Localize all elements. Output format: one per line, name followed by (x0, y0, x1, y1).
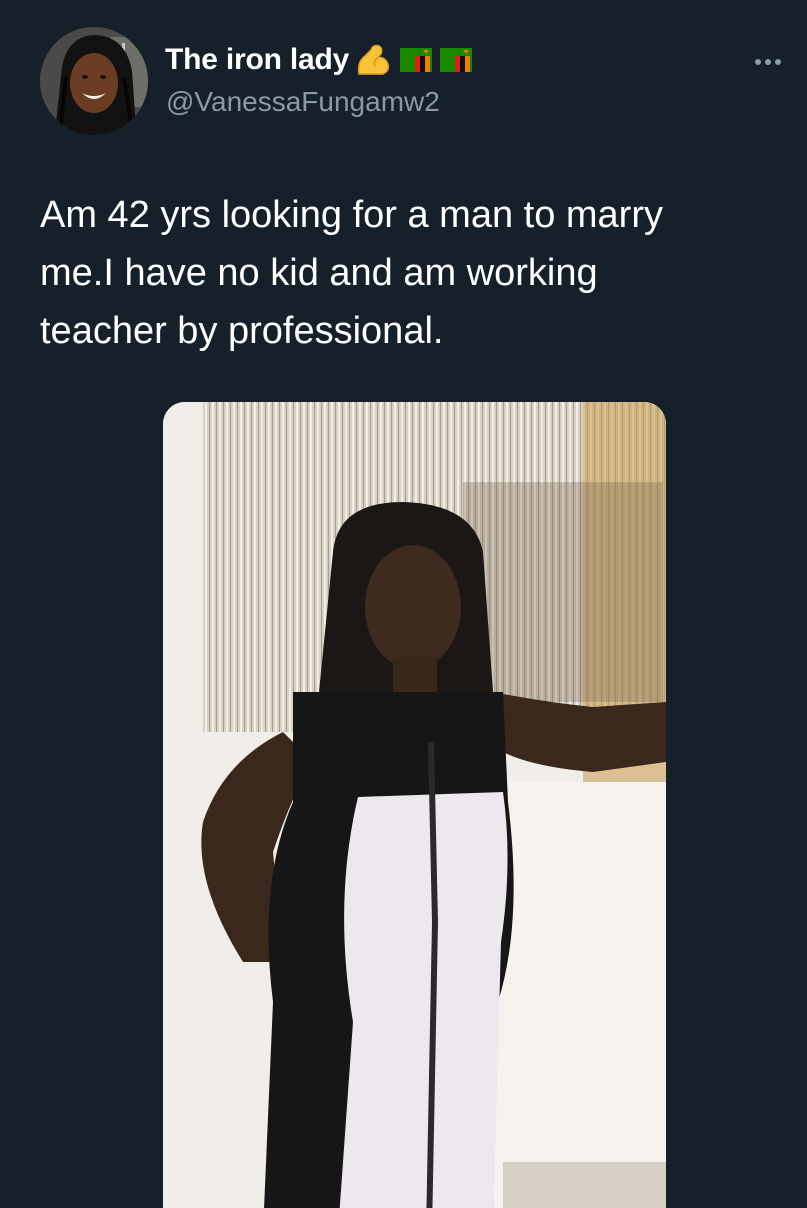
author-handle[interactable]: @VanessaFungamw2 (166, 86, 440, 118)
more-options-icon[interactable] (748, 50, 788, 74)
flexed-biceps-icon (353, 40, 393, 80)
author-display-name[interactable]: The iron lady (165, 43, 349, 77)
zambia-flag-icon (439, 46, 473, 74)
avatar-image (40, 27, 148, 135)
zambia-flag-icon (399, 46, 433, 74)
author-name-row: The iron lady (165, 40, 473, 80)
tweet-card: The iron lady @VanessaFungamw2 Am 42 yrs… (0, 0, 807, 1208)
photo-image (163, 402, 666, 1208)
tweet-photo[interactable] (163, 402, 666, 1208)
avatar[interactable] (40, 27, 148, 135)
tweet-text: Am 42 yrs looking for a man to marry me.… (40, 194, 663, 352)
